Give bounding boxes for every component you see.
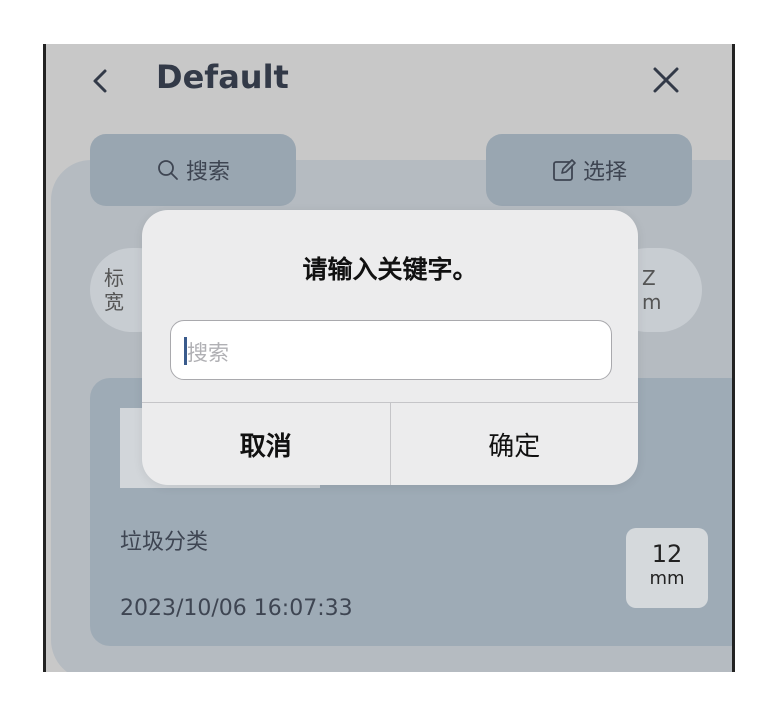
size-value: 12 [651,540,683,568]
search-icon [158,160,178,180]
edit-icon [553,159,576,181]
search-input-placeholder: 搜索 [187,341,229,365]
select-button[interactable]: 选择 [486,134,692,206]
dialog-title: 请输入关键字。 [302,255,478,284]
cancel-button[interactable]: 取消 [142,403,391,485]
search-button-label: 搜索 [185,160,230,185]
size-badge: 12 mm [626,528,708,608]
search-dialog: 请输入关键字。 搜索 取消 确定 [142,210,638,485]
label-date: 2023/10/06 16:07:33 [120,596,353,621]
search-button[interactable]: 搜索 [90,134,296,206]
size-unit: mm [649,568,685,589]
info-chip-right-line2: m [642,290,662,314]
app-screen: Default 搜索 选择 标 宽 Z m 垃圾分类 2023/10/06 16… [43,44,735,672]
info-chip-right-line1: Z [642,266,656,290]
label-name: 垃圾分类 [120,530,209,555]
close-icon[interactable] [650,64,682,96]
page-title: Default [156,58,289,96]
confirm-button[interactable]: 确定 [391,403,639,485]
dialog-actions: 取消 确定 [142,402,638,485]
chevron-left-icon[interactable] [86,66,116,96]
text-caret [184,337,187,365]
search-input[interactable]: 搜索 [170,320,612,380]
select-button-label: 选择 [582,160,627,185]
